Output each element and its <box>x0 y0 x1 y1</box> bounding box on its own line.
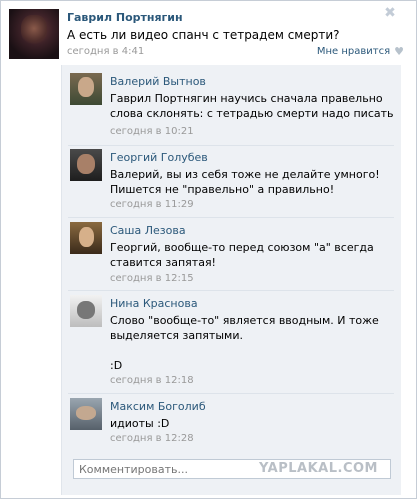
post-timestamp[interactable]: сегодня в 4:41 <box>67 46 144 57</box>
comment-timestamp[interactable]: сегодня в 12:15 <box>110 273 194 284</box>
avatar[interactable] <box>70 295 102 327</box>
comment-text: Гаврил Портнягин научись сначала правель… <box>110 92 394 120</box>
comment-divider <box>68 393 394 394</box>
comment-timestamp[interactable]: сегодня в 12:28 <box>110 433 194 444</box>
avatar[interactable] <box>70 149 102 181</box>
like-label: Мне нравится <box>316 46 391 57</box>
comments-section: Валерий Вытнов Гаврил Портнягин научись … <box>61 65 401 495</box>
avatar[interactable] <box>70 398 102 430</box>
close-icon[interactable]: ✖ <box>384 6 396 20</box>
heart-icon: ♥ <box>394 45 404 58</box>
wall-post: ✖ Гаврил Портнягин А есть ли видео спанч… <box>0 0 417 499</box>
watermark: YAPLAKAL.COM <box>259 461 378 476</box>
post-author-name[interactable]: Гаврил Портнягин <box>67 11 183 24</box>
comment-author[interactable]: Максим Боголиб <box>110 400 206 413</box>
avatar[interactable] <box>70 73 102 105</box>
comment-timestamp[interactable]: сегодня в 11:29 <box>110 199 194 210</box>
post-text: А есть ли видео спанч с тетрадем смерти? <box>67 28 340 42</box>
comment-item: Валерий Вытнов Гаврил Портнягин научись … <box>68 71 398 143</box>
author-avatar[interactable] <box>9 9 59 59</box>
comment-item: Саша Лезова Георгий, вообще-то перед сою… <box>68 220 398 290</box>
comment-author[interactable]: Нина Краснова <box>110 297 198 310</box>
comment-author[interactable]: Валерий Вытнов <box>110 75 206 88</box>
comment-item: Максим Боголиб идиоты :D сегодня в 12:28 <box>68 396 398 446</box>
comment-divider <box>68 290 394 291</box>
comment-divider <box>68 217 394 218</box>
like-button[interactable]: Мне нравится ♥ <box>317 45 404 58</box>
comment-divider <box>68 145 394 146</box>
comment-text: Слово "вообще-то" является вводным. И то… <box>110 314 379 372</box>
comment-text: Георгий, вообще-то перед союзом "а" всег… <box>110 241 374 269</box>
comment-author[interactable]: Саша Лезова <box>110 224 186 237</box>
comment-timestamp[interactable]: сегодня в 10:21 <box>110 126 194 137</box>
comment-text: Валерий, вы из себя тоже не делайте умно… <box>110 168 380 196</box>
comment-text: идиоты :D <box>110 417 170 430</box>
comment-item: Нина Краснова Слово "вообще-то" является… <box>68 293 398 393</box>
comment-timestamp[interactable]: сегодня в 12:18 <box>110 375 194 386</box>
comment-item: Георгий Голубев Валерий, вы из себя тоже… <box>68 147 398 213</box>
comment-author[interactable]: Георгий Голубев <box>110 151 208 164</box>
avatar[interactable] <box>70 222 102 254</box>
